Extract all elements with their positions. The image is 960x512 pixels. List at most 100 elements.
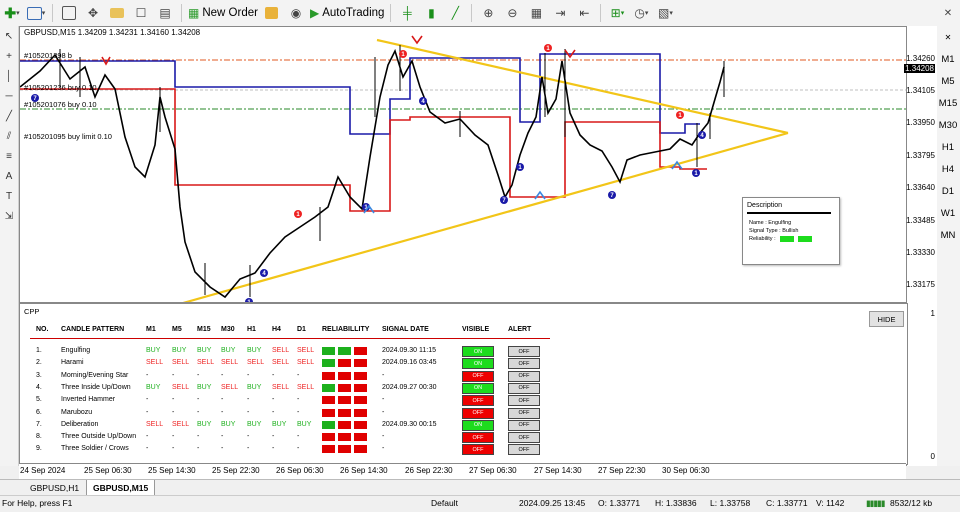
window-close-icon[interactable]: ✕ [938,3,958,23]
templates-icon[interactable]: ▧ ▾ [655,3,675,23]
timeframe-m15[interactable]: M15 [936,92,960,114]
fibonacci-icon[interactable]: ≡ [0,146,18,166]
bar-chart-icon[interactable]: ╪ [397,3,417,23]
pattern-name: Three Outside Up/Down [61,433,137,441]
reliability-box [354,383,367,392]
price-chart[interactable]: 7 1 1 1 1 4 1 4 1 1 7 7 4 1 GBPUSD,M15 1… [19,26,908,303]
new-chart-icon[interactable]: ✚ ▾ [2,3,22,23]
text-icon[interactable]: A [0,166,18,186]
timeframe-signal: BUY [247,347,262,354]
timeframe-m1[interactable]: M1 [936,48,960,70]
chart-shift-icon[interactable]: ⇥ [550,3,570,23]
metaeditor-icon[interactable] [262,3,282,23]
arrows-icon[interactable]: ⇲ [0,206,18,226]
timeframe-mn[interactable]: MN [936,224,960,246]
timeframe-signal: - [146,408,149,416]
label-icon[interactable]: T [0,186,18,206]
alert-toggle[interactable]: OFF [508,407,540,419]
alert-toggle[interactable]: OFF [508,370,540,382]
toolbar-divider [52,4,53,22]
timeframe-h4[interactable]: H4 [936,158,960,180]
candlestick-chart-icon[interactable]: ▮ [421,3,441,23]
timeframe-signal: SELL [272,383,290,391]
zoom-in-icon[interactable]: ⊕ [478,3,498,23]
table-row: 2. Harami SELL SELL SELL SELL SELL SELL SELL 2024… [20,358,900,370]
profiles-icon[interactable]: ▾ [26,3,46,23]
history-icon[interactable]: ▤ [155,3,175,23]
main-toolbar: ✚ ▾ ▾ ✥ ☐ ▤ ▦ New Order ◉ ▶ AutoTrading ╪ ▮… [0,0,960,27]
timeframe-d1[interactable]: D1 [936,180,960,202]
new-order-button[interactable]: ▦ New Order [188,3,258,23]
folder-icon[interactable] [107,3,127,23]
visible-toggle[interactable]: ON [462,419,494,431]
alert-toggle[interactable]: OFF [508,419,540,431]
trendline-icon[interactable]: ╱ [0,106,18,126]
timeframe-signal: - [272,371,275,379]
timeframe-signal: SELL [172,420,190,428]
reliability-box [322,396,335,405]
price-label: 1.33485 [906,216,935,225]
timeframe-signal: BUY [247,420,262,428]
time-label: 25 Sep 14:30 [148,466,196,475]
metaquotes-icon[interactable]: ◉ [286,3,306,23]
timeframe-m5[interactable]: M5 [936,70,960,92]
crosshair-nav-icon[interactable]: ✥ [83,3,103,23]
visible-toggle[interactable]: ON [462,346,494,357]
reliability-box [797,236,812,242]
autoscroll-icon[interactable]: ⇤ [574,3,594,23]
timeframe-m30[interactable]: M30 [936,114,960,136]
time-label: 25 Sep 22:30 [212,466,260,475]
alert-toggle[interactable]: OFF [508,395,540,407]
reliability-box [322,445,335,454]
reliability-box [338,420,351,429]
autotrading-button[interactable]: ▶ AutoTrading [310,3,384,23]
row-number: 6. [36,408,42,416]
line-chart-icon[interactable]: ╱ [445,3,465,23]
toolbar-divider [471,4,473,22]
row-number: 2. [36,359,42,367]
strategy-tester-icon[interactable]: ☐ [131,3,151,23]
vertical-line-icon[interactable]: │ [0,66,18,86]
alert-toggle[interactable]: OFF [508,358,540,370]
visible-toggle[interactable]: OFF [462,444,494,456]
tile-windows-icon[interactable]: ▦ [526,3,546,23]
visible-toggle[interactable]: ON [462,358,494,370]
timeframe-w1[interactable]: W1 [936,202,960,224]
alert-toggle[interactable]: OFF [508,382,540,394]
zoom-out-icon[interactable]: ⊖ [502,3,522,23]
signal-date: - [382,408,385,416]
visible-toggle[interactable]: OFF [462,395,494,407]
signal-date: 2024.09.16 03:45 [382,359,437,367]
hide-button[interactable]: HIDE [869,311,904,327]
tab-gbpusd-h1[interactable]: GBPUSD,H1 [24,480,85,495]
alert-toggle[interactable]: OFF [508,346,540,357]
channel-icon[interactable]: ⫽ [0,126,18,146]
visible-toggle[interactable]: OFF [462,407,494,419]
timeframe-signal: - [272,433,275,441]
timeframe-signal: - [146,396,149,404]
indicators-icon[interactable]: ⊞ ▾ [607,3,627,23]
cursor-icon[interactable]: ↖ [0,26,18,46]
tab-gbpusd-m15[interactable]: GBPUSD,M15 [86,480,156,496]
timeframe-signal: - [297,408,300,416]
timeframe-h1[interactable]: H1 [936,136,960,158]
timeframe-signal: SELL [247,359,265,367]
pattern-name: Inverted Hammer [61,396,116,404]
order-label: #105201398 b [24,51,72,60]
reliability-box [354,445,367,454]
pattern-name: Engulfing [61,347,91,354]
periods-icon[interactable]: ◷ ▾ [631,3,651,23]
row-number: 4. [36,383,42,391]
time-label: 26 Sep 06:30 [276,466,324,475]
visible-toggle[interactable]: OFF [462,370,494,382]
alert-toggle[interactable]: OFF [508,432,540,444]
price-label: 1.33950 [906,118,935,127]
alert-toggle[interactable]: OFF [508,444,540,456]
timeframe-signal: - [197,396,200,404]
crosshair-icon[interactable]: + [0,46,18,66]
market-watch-icon[interactable] [59,3,79,23]
visible-toggle[interactable]: ON [462,382,494,394]
timeframe-close-icon[interactable]: ✕ [936,26,960,48]
horizontal-line-icon[interactable]: ─ [0,86,18,106]
visible-toggle[interactable]: OFF [462,432,494,444]
